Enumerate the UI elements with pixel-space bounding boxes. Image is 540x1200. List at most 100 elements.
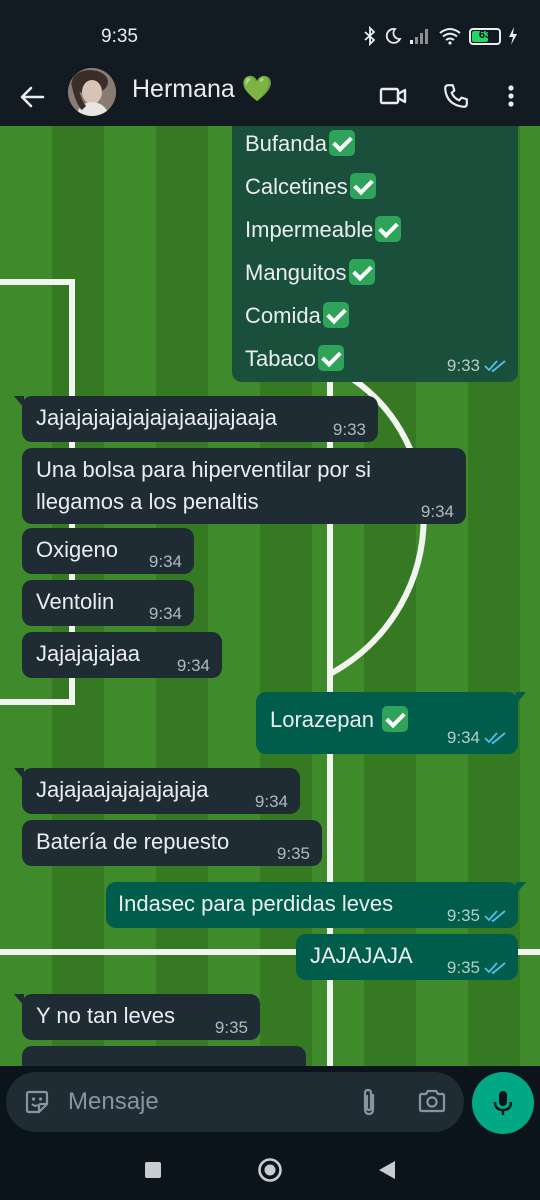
message-meta: 9:35 (215, 1018, 248, 1038)
check-mark-icon (349, 173, 376, 200)
message-time: 9:33 (332, 420, 366, 439)
check-mark-icon (328, 130, 355, 157)
status-bar: 9:35 63 (0, 0, 540, 68)
message-time: 9:34 (254, 792, 288, 811)
camera-icon[interactable] (418, 1089, 446, 1113)
message-text: Ventolin (36, 589, 115, 614)
message-meta: 9:34 (447, 728, 506, 748)
back-button[interactable] (16, 77, 48, 117)
checklist-item: Bufanda (245, 126, 401, 165)
checklist-item: Manguitos (245, 251, 401, 294)
message-bubble-outgoing[interactable]: Lorazepan 9:34 (256, 692, 526, 754)
voice-record-button[interactable] (472, 1072, 534, 1134)
video-call-button[interactable] (373, 76, 413, 116)
checklist-item: Tabaco (245, 337, 401, 380)
voice-call-button[interactable] (436, 76, 476, 116)
more-options-button[interactable] (491, 76, 531, 116)
message-time: 9:35 (446, 958, 480, 977)
message-time: 9:34 (420, 502, 454, 521)
contact-avatar[interactable] (68, 68, 116, 116)
message-bubble-outgoing[interactable]: Indasec para perdidas leves 9:35 (106, 882, 526, 928)
bubble-tail (516, 692, 526, 704)
more-vert-icon (508, 85, 514, 107)
checklist-item: Comida (245, 294, 401, 337)
checklist-item-text: Comida (245, 303, 321, 328)
back-triangle-icon (379, 1161, 395, 1179)
message-time: 9:33 (446, 356, 480, 375)
bubble-tail (516, 882, 526, 894)
message-bubble-incoming-partial[interactable] (22, 1046, 306, 1066)
message-time: 9:34 (148, 552, 182, 571)
message-time: 9:34 (176, 656, 210, 675)
bubble-tail (14, 396, 24, 408)
check-mark-icon (375, 216, 402, 243)
phone-icon (444, 84, 468, 108)
recents-square-icon (145, 1162, 161, 1178)
message-time: 9:34 (446, 728, 480, 747)
message-text-content: Lorazepan (270, 707, 374, 732)
checklist-item-text: Manguitos (245, 260, 347, 285)
message-bubble-incoming[interactable]: Oxigeno 9:34 (22, 528, 194, 574)
checklist-item-text: Impermeable (245, 217, 374, 242)
message-bubble-outgoing[interactable]: JAJAJAJA 9:35 (296, 934, 518, 980)
check-mark-icon (322, 302, 349, 329)
message-text: Lorazepan (270, 704, 409, 736)
message-text: Y no tan leves (36, 1003, 176, 1028)
message-bubble-incoming[interactable]: Jajajajajaa 9:34 (22, 632, 222, 678)
message-input[interactable]: Mensaje (6, 1072, 464, 1132)
bubble-tail (14, 768, 24, 780)
message-meta: 9:33 (447, 356, 506, 376)
message-text: Jajajaajajajajajaja (36, 777, 209, 802)
check-mark-icon (382, 706, 409, 733)
message-meta: 9:33 (333, 420, 366, 440)
chat-header: Hermana 💚 (0, 68, 540, 126)
message-bubble-incoming[interactable]: Y no tan leves 9:35 (14, 994, 260, 1040)
message-input-placeholder: Mensaje (68, 1088, 159, 1115)
message-bubble-incoming[interactable]: Jajajaajajajajajaja 9:34 (14, 768, 300, 814)
message-time: 9:35 (276, 844, 310, 863)
message-meta: 9:34 (149, 552, 182, 572)
message-text: Jajajajajaa (36, 641, 140, 666)
read-ticks-icon (484, 732, 506, 745)
status-time: 9:35 (101, 26, 138, 47)
system-navigation-bar (0, 1140, 540, 1200)
message-list[interactable]: Bufanda Calcetines Impermeable Manguitos… (0, 126, 540, 1066)
message-text: JAJAJAJA (310, 943, 413, 968)
contact-name[interactable]: Hermana 💚 (132, 75, 273, 104)
message-text: Jajajajajajajajajaajjajaaja (36, 405, 277, 430)
checklist: Bufanda Calcetines Impermeable Manguitos… (245, 126, 402, 380)
home-circle-icon (258, 1158, 282, 1182)
checklist-item: Impermeable (245, 208, 402, 251)
wifi-icon (439, 28, 461, 45)
home-button[interactable] (254, 1154, 286, 1186)
message-bubble-incoming[interactable]: Batería de repuesto 9:35 (22, 820, 322, 866)
back-nav-button[interactable] (371, 1154, 403, 1186)
paperclip-icon[interactable] (358, 1087, 380, 1117)
checklist-item-text: Tabaco (245, 346, 316, 371)
message-bubble-incoming[interactable]: Jajajajajajajajajaajjajaaja 9:33 (14, 396, 378, 442)
status-icons: 63 (363, 24, 518, 48)
message-time: 9:35 (446, 906, 480, 925)
avatar-photo (68, 68, 116, 116)
message-meta: 9:35 (447, 906, 506, 926)
arrow-left-icon (20, 86, 45, 108)
message-bubble-incoming[interactable]: Una bolsa para hiperventilar por si lleg… (22, 448, 466, 524)
read-ticks-icon (484, 962, 506, 975)
charging-bolt-icon (509, 27, 517, 45)
recents-button[interactable] (137, 1154, 169, 1186)
checklist-item: Calcetines (245, 165, 401, 208)
message-text: Una bolsa para hiperventilar por si lleg… (36, 457, 372, 514)
message-text: Indasec para perdidas leves (118, 891, 394, 916)
message-text: Batería de repuesto (36, 829, 230, 854)
checklist-item-text: Bufanda (245, 131, 327, 156)
check-mark-icon (317, 345, 344, 372)
message-bubble-incoming[interactable]: Ventolin 9:34 (22, 580, 194, 626)
read-ticks-icon (484, 910, 506, 923)
message-meta: 9:34 (177, 656, 210, 676)
message-meta: 9:35 (277, 844, 310, 864)
battery-level: 63 (478, 28, 492, 41)
message-bubble-outgoing[interactable]: Bufanda Calcetines Impermeable Manguitos… (232, 126, 518, 382)
message-meta: 9:34 (421, 502, 454, 522)
sticker-icon[interactable] (24, 1089, 50, 1115)
cell-signal-icon (410, 29, 428, 44)
